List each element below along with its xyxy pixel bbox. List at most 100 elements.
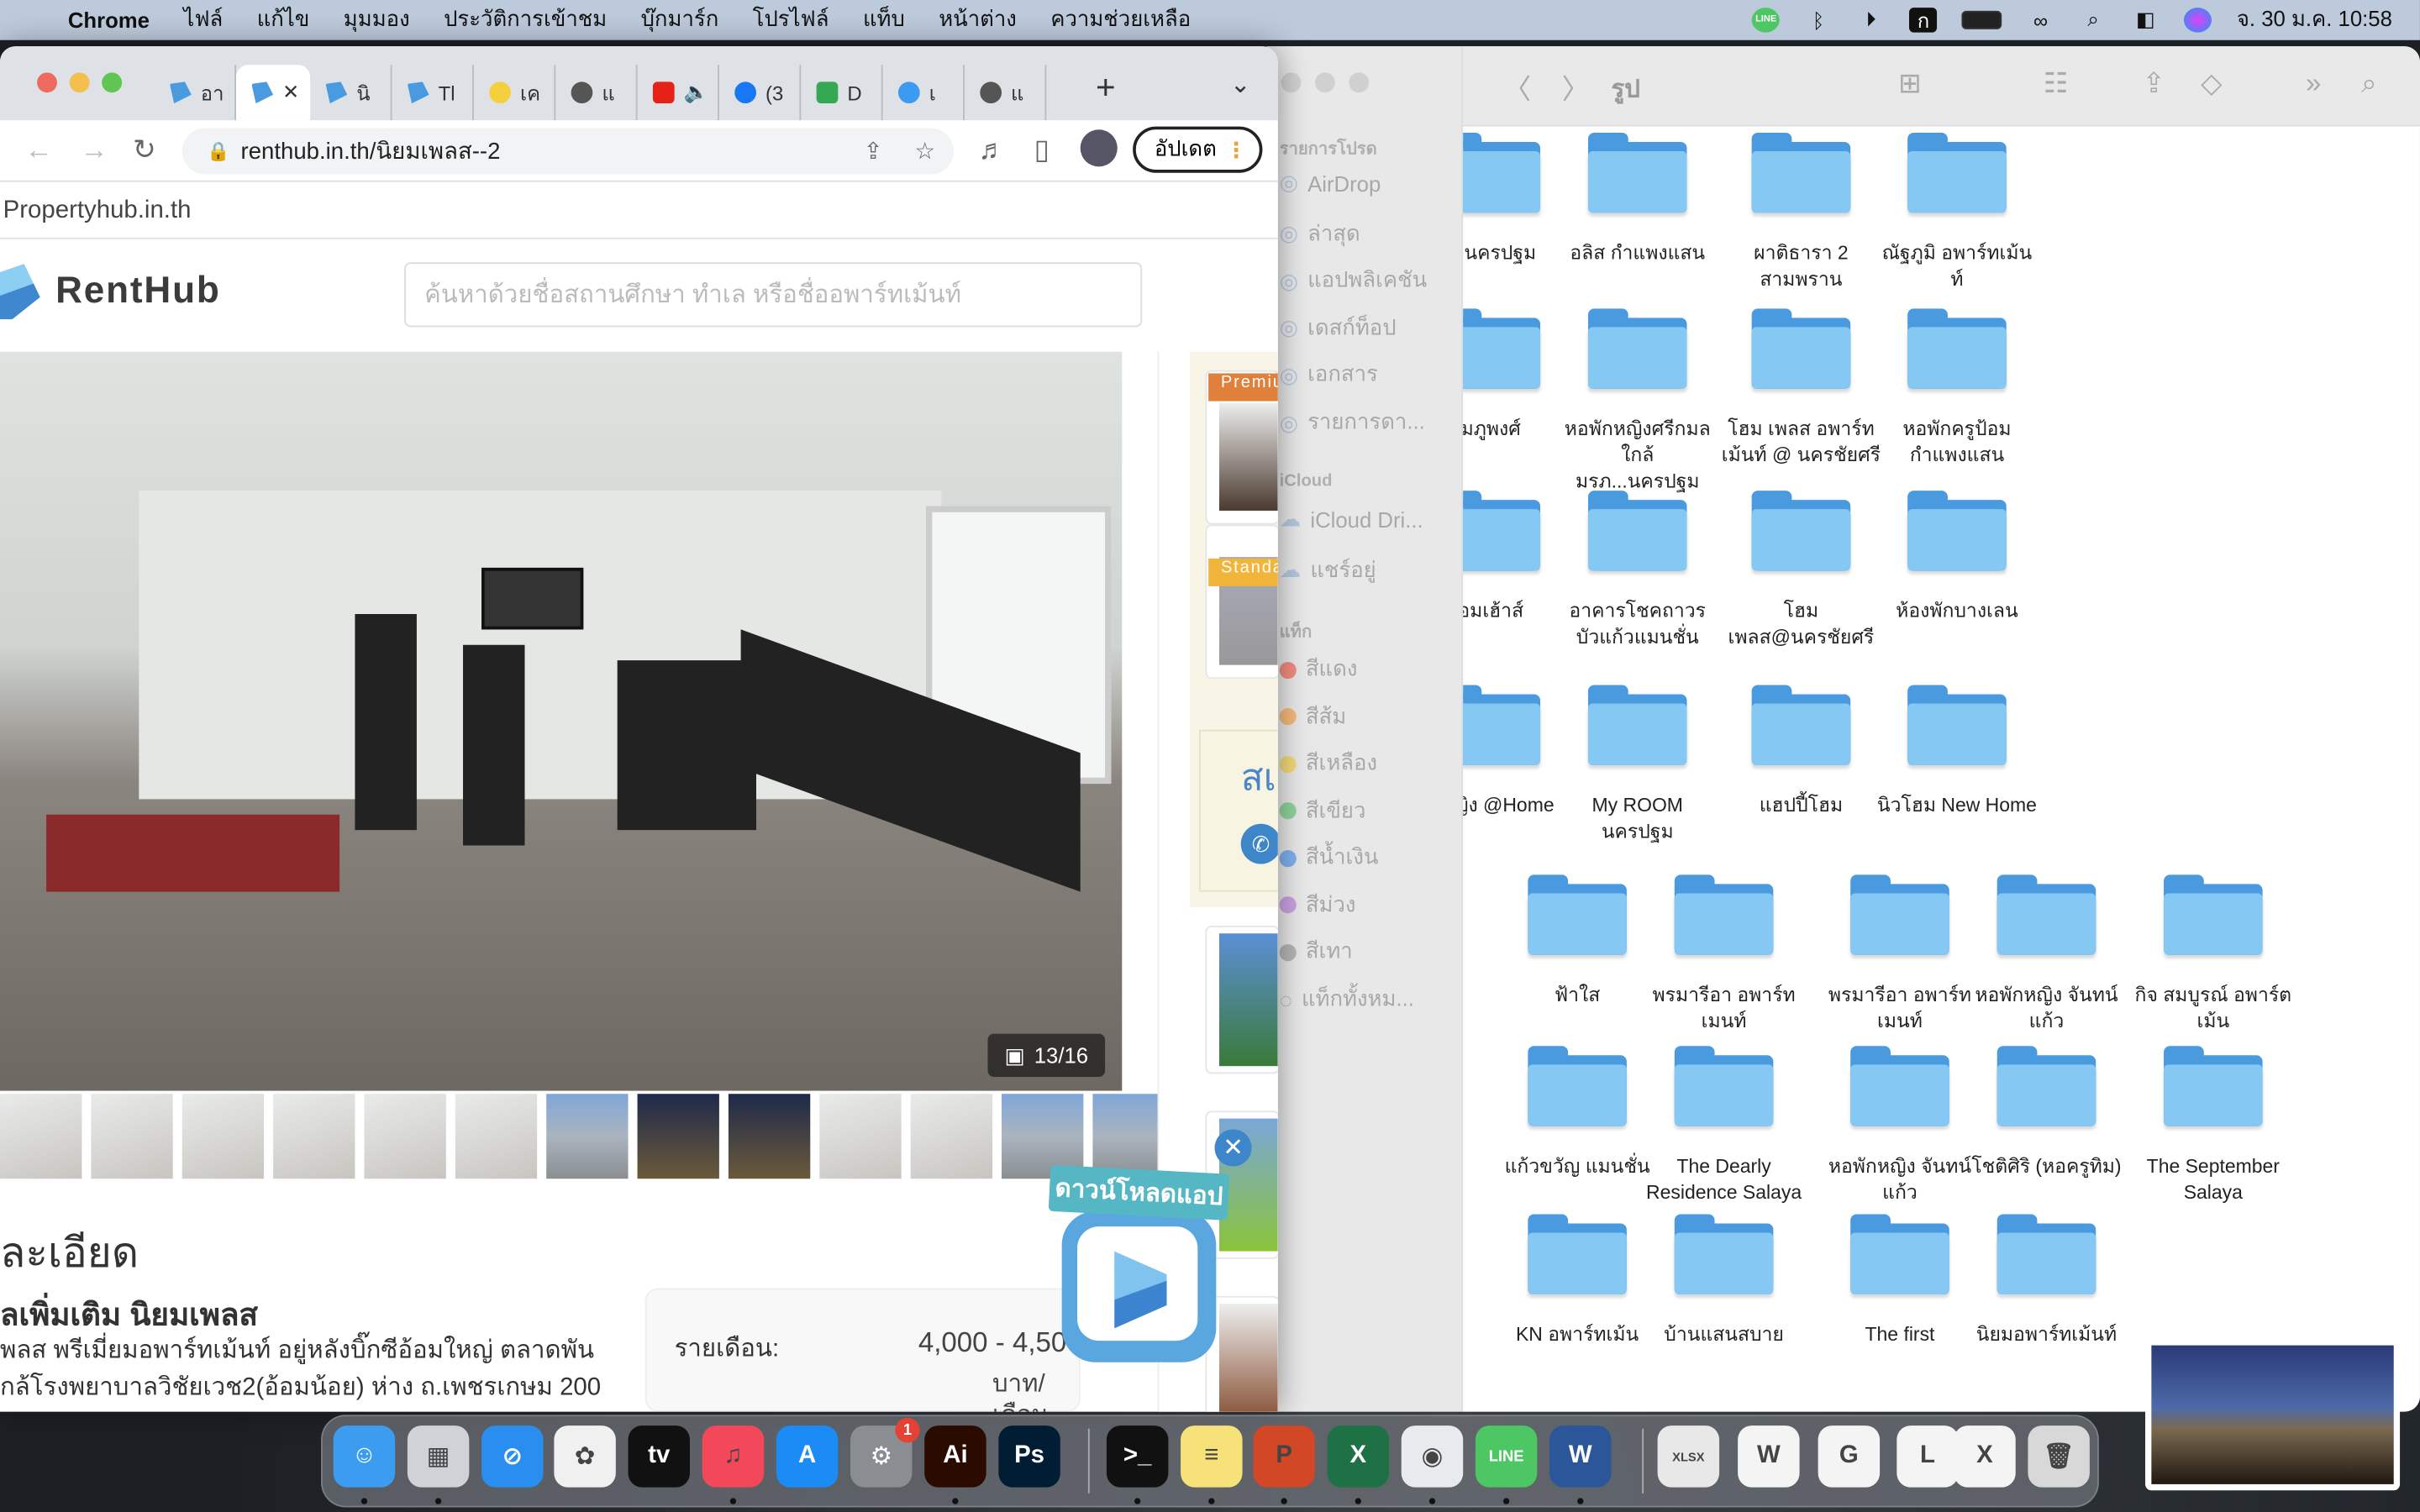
dock-trash-icon[interactable]: 🗑 [2028,1425,2090,1488]
dock-powerpoint-icon[interactable]: P [1253,1425,1315,1488]
thai-input-icon[interactable]: ก [1909,8,1938,33]
renthub-logo-icon[interactable] [0,264,40,320]
minimize-button[interactable] [1314,72,1335,93]
folder[interactable]: The Dearly Residence Salaya [1644,1046,1804,1206]
folder[interactable]: หอพักครูป้อม กำแพงแสน [1876,308,2037,469]
menu-item[interactable]: ความช่วยเหลือ [1050,3,1191,37]
folder[interactable]: หอพักหญิงศรีกมล ใกล้ มรภ...นครปฐม [1557,308,1718,495]
menu-item[interactable]: แก้ไข [257,3,310,37]
side-panel-icon[interactable]: ▯ [1034,134,1050,167]
dock-notes-icon[interactable]: ≡ [1181,1425,1243,1488]
new-tab-button[interactable]: + [1096,68,1116,108]
dock-music-icon[interactable]: ♫ [702,1425,765,1488]
tab[interactable]: 🔈 [638,65,719,121]
gallery-thumbnail[interactable] [637,1094,719,1179]
sidebar-tag[interactable]: สีเทา [1279,935,1353,969]
gallery-thumbnail[interactable] [728,1094,811,1179]
sidebar-item[interactable]: ◎ เดสก์ท็อป [1280,312,1397,345]
folder[interactable]: แก้วขวัญ แมนชั่น [1497,1046,1658,1180]
dock-chrome-icon[interactable]: ◉ [1401,1425,1464,1488]
sidebar-tag[interactable]: สีเหลือง [1279,747,1377,780]
folder[interactable]: อลิส กำแพงแสน [1557,132,1718,267]
forward-icon[interactable]: 〉 [1562,68,1590,108]
folder[interactable]: แฮปปี้โฮม [1721,685,1881,819]
play-icon[interactable]: ⏵ [1857,8,1885,32]
tab[interactable]: อา [155,65,237,121]
avatar[interactable] [1080,129,1118,167]
folder[interactable]: ณัฐภูมิ อพาร์ทเม้นท์ [1876,132,2037,293]
sidebar-item[interactable]: ◎ รายการดา... [1280,406,1425,439]
link-icon[interactable]: ∞ [2027,8,2054,32]
folder[interactable]: The September Salaya [2133,1046,2293,1206]
folder[interactable]: นิวโฮม New Home [1876,685,2037,819]
dock-excel-icon[interactable]: X [1327,1425,1390,1488]
dock-finder-icon[interactable]: ☺ [333,1425,396,1488]
folder[interactable]: บ้านแสนสบาย [1644,1214,1804,1348]
dock-launchpad-icon[interactable]: ▦ [407,1425,470,1488]
dock-apple-tv-icon[interactable]: tv [628,1425,691,1488]
dock-xlsx-file-icon[interactable]: XLSX [1657,1425,1720,1488]
close-tab-icon[interactable]: ✕ [282,81,299,105]
media-icon[interactable]: ♬ [978,134,1006,167]
zoom-button[interactable] [1349,72,1370,93]
gallery-photo[interactable]: ▣ 13/16 [0,351,1123,1091]
close-button[interactable] [37,72,57,93]
dock-system-preferences-icon[interactable]: ⚙ 1 [850,1417,920,1488]
gallery-thumbnail[interactable] [182,1094,265,1179]
screenshot-thumbnail[interactable] [2145,1339,2401,1491]
sidebar-item[interactable]: ◎ ล่าสุด [1280,217,1360,250]
tag-icon[interactable]: ◇ [2201,68,2222,101]
battery-icon[interactable] [1961,10,2002,29]
folder[interactable]: อาคารโชคถาวร บัวแก้วแมนชั่น [1557,491,1718,651]
dock-terminal-icon[interactable]: >_ [1106,1425,1169,1488]
folder[interactable]: ห้องพักบางเลน [1876,491,2037,625]
gallery-thumbnail[interactable] [364,1094,446,1179]
search-input[interactable]: ค้นหาด้วยชื่อสถานศึกษา ทำเล หรือชื่ออพาร… [404,262,1143,328]
close-button[interactable] [1281,72,1302,93]
dock-photos-icon[interactable]: ✿ [554,1425,616,1488]
sidebar-item[interactable]: ◎ เอกสาร [1280,359,1378,392]
back-icon[interactable]: ← [24,134,52,167]
folder[interactable]: โฮม เพลส@นครชัยศรี [1721,491,1881,651]
dock-photoshop-icon[interactable]: Ps [998,1425,1060,1488]
folder[interactable]: นิยมอพาร์ทเม้นท์ [1966,1214,2127,1348]
menu-item[interactable]: ไฟล์ [183,3,223,37]
dock-chrome-window-icon[interactable]: G [1818,1425,1881,1488]
phone-icon[interactable]: ✆ [1240,823,1278,864]
folder[interactable]: หอพักหญิง จันทน์แก้ว [1966,874,2127,1035]
gallery-thumbnail[interactable] [455,1094,538,1179]
tab[interactable]: แ [965,65,1047,121]
group-icon[interactable]: ☷ [2044,68,2069,101]
dock-excel-window-icon[interactable]: X [1954,1425,2016,1488]
reload-icon[interactable]: ↻ [133,134,156,167]
sidebar-tag[interactable]: สีเขียว [1279,794,1365,827]
gallery-thumbnail[interactable] [910,1094,992,1179]
dock-illustrator-icon[interactable]: Ai [924,1425,986,1488]
sidebar-item[interactable]: ☁ แชร์อยู่ [1280,554,1376,587]
folder[interactable]: อมเฮ้าส์ [1463,491,1571,625]
tab[interactable]: ✕ [236,65,311,121]
folder[interactable]: The first [1819,1214,1980,1348]
sidebar-item[interactable]: ◎ แอปพลิเคชัน [1280,264,1428,297]
folder[interactable]: My ROOM นครปฐม [1557,685,1718,845]
bookmark-star-icon[interactable]: ☆ [914,137,935,165]
share-icon[interactable]: ⇪ [2142,68,2165,101]
sidebar-tag[interactable]: สีส้ม [1279,700,1346,733]
folder[interactable]: กหญิง @Home [1463,685,1571,819]
more-icon[interactable]: » [2306,68,2321,101]
spotlight-icon[interactable]: ⌕ [2079,8,2107,32]
tab[interactable]: เ [883,65,965,121]
folder[interactable]: กิจ สมบูรณ์ อพาร์ตเม้น [2133,874,2293,1035]
control-center-icon[interactable]: ◧ [2132,8,2160,32]
folder[interactable]: โฮม เพลส อพาร์ทเม้นท์ @ นครชัยศรี [1721,308,1881,469]
tab[interactable]: (3 [719,65,802,121]
dock-app-store-icon[interactable]: A [776,1425,839,1488]
sidebar-item[interactable]: ☁ iCloud Dri... [1280,506,1423,532]
url-text[interactable]: renthub.in.th/นิยมเพลส--2 [241,133,501,170]
share-icon[interactable]: ⇪ [863,137,882,165]
folder[interactable]: KN อพาร์ทเม้น [1497,1214,1658,1348]
folder[interactable]: มภูพงศ์ [1463,308,1571,443]
icon-view-icon[interactable]: ⊞ [1898,68,1922,101]
gallery-thumbnail[interactable] [546,1094,629,1179]
menu-item[interactable]: ประวัติการเข้าชม [444,3,607,37]
